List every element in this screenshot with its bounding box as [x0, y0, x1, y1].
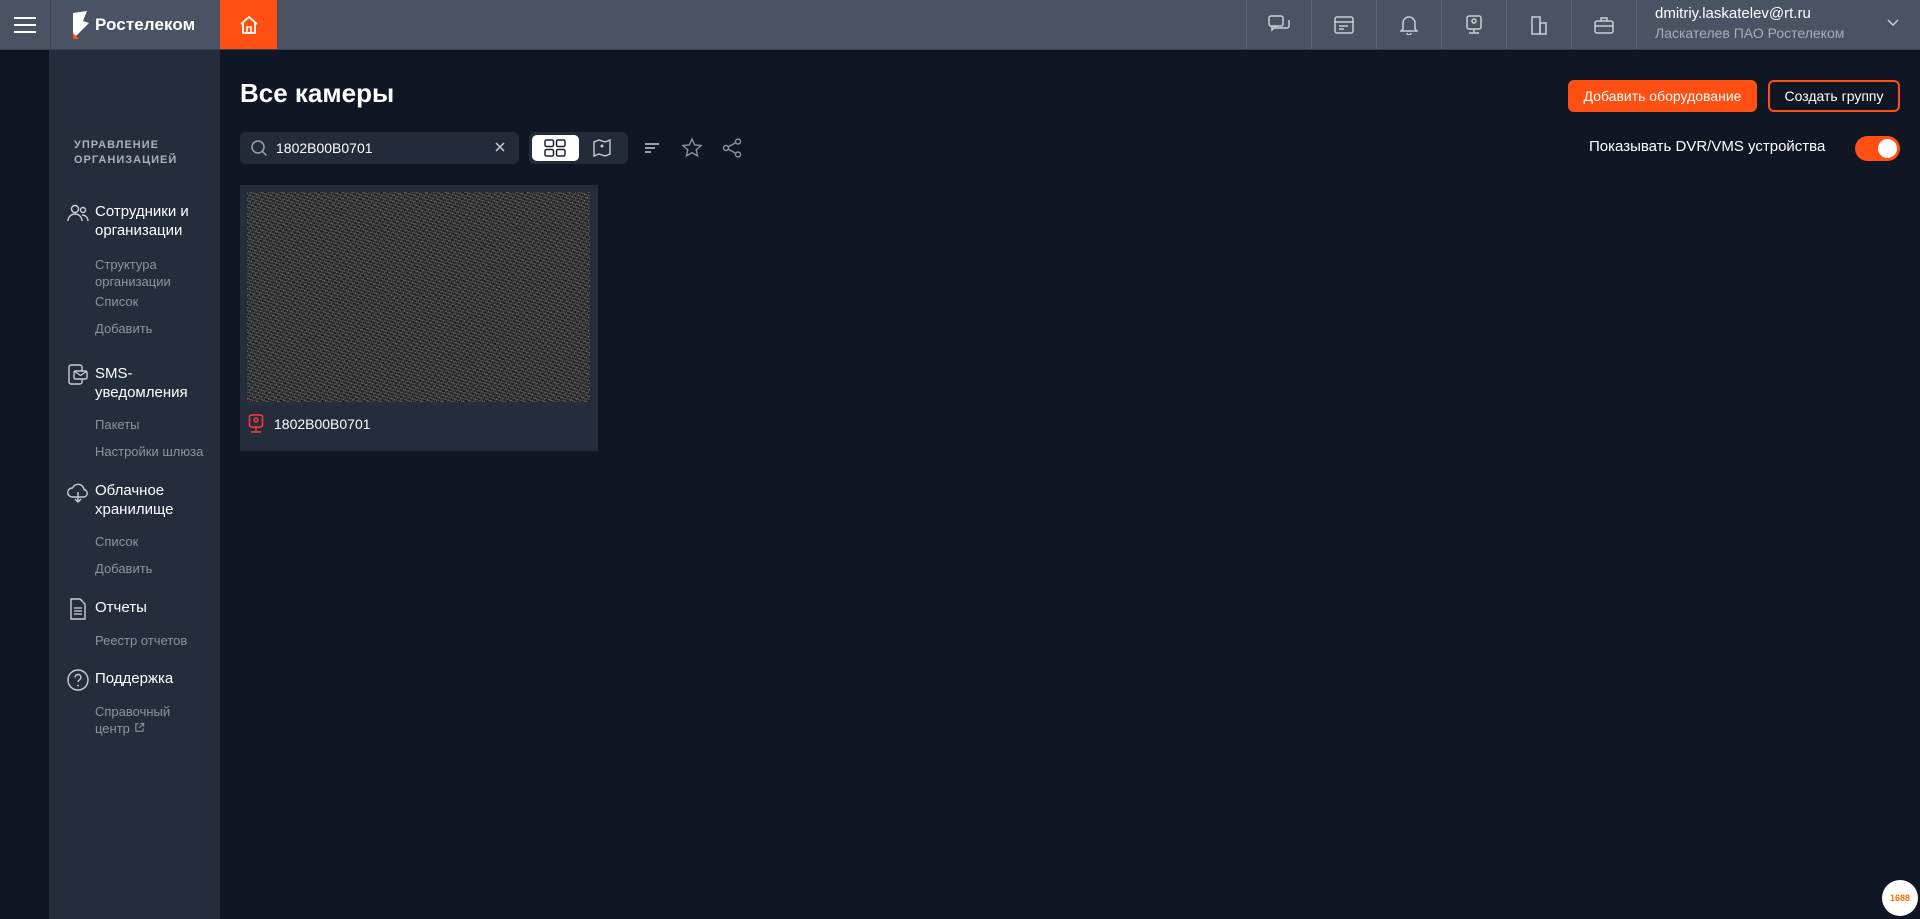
- brand-name: Ростелеком: [95, 14, 196, 34]
- page-title: Все камеры: [240, 78, 395, 108]
- camera-status-icon: [248, 414, 264, 433]
- sidebar-item-label: Сотрудники и организации: [95, 203, 189, 239]
- help-icon: [67, 669, 89, 691]
- sidebar-item-label: Облачное хранилище: [95, 482, 174, 518]
- add-equipment-button[interactable]: Добавить оборудование: [1568, 80, 1757, 112]
- brand-logo[interactable]: Ростелеком: [50, 0, 220, 49]
- left-rail: [0, 50, 49, 919]
- sidebar-item-label: Поддержка: [95, 670, 174, 687]
- sidebar-item-cloud[interactable]: Облачное хранилище: [66, 481, 205, 519]
- sidebar-sub-gateway[interactable]: Настройки шлюза: [95, 443, 215, 460]
- billing-icon[interactable]: [1311, 0, 1376, 49]
- sidebar-sub-add[interactable]: Добавить: [95, 560, 215, 577]
- star-icon[interactable]: [680, 136, 704, 160]
- sidebar-sub-reports-registry[interactable]: Реестр отчетов: [95, 632, 215, 649]
- toggle-knob: [1878, 139, 1897, 158]
- map-icon: [593, 138, 611, 158]
- show-dvr-toggle[interactable]: [1855, 136, 1900, 161]
- sort-icon[interactable]: [640, 136, 664, 160]
- sidebar-item-label: SMS-уведомления: [95, 365, 188, 401]
- sidebar-item-sms[interactable]: SMS-уведомления: [66, 364, 205, 402]
- sidebar-sub-list[interactable]: Список: [95, 533, 215, 550]
- sidebar-item-label: Отчеты: [95, 599, 147, 616]
- document-icon: [70, 598, 86, 620]
- logo-mark-icon: [73, 10, 89, 39]
- sidebar-sub-packages[interactable]: Пакеты: [95, 416, 215, 433]
- user-menu[interactable]: dmitriy.laskatelev@rt.ru Ласкателев ПАО …: [1655, 4, 1905, 43]
- external-link-icon: [134, 722, 144, 732]
- share-icon[interactable]: [720, 136, 744, 160]
- create-group-button[interactable]: Создать группу: [1768, 80, 1900, 112]
- briefcase-icon[interactable]: [1571, 0, 1637, 49]
- building-icon[interactable]: [1506, 0, 1571, 49]
- bell-icon[interactable]: [1376, 0, 1441, 49]
- sidebar-sub-add[interactable]: Добавить: [95, 320, 215, 337]
- top-bar: Ростелеком dmitriy.laskatelev@rt.ru Ласк…: [0, 0, 1920, 50]
- chat-icon[interactable]: [1246, 0, 1311, 49]
- sidebar: Управление организацией Сотрудники и орг…: [49, 50, 220, 919]
- home-icon: [239, 15, 258, 34]
- sidebar-sub-help-center[interactable]: Справочный центр: [95, 703, 177, 737]
- user-email: dmitriy.laskatelev@rt.ru: [1655, 5, 1811, 22]
- corner-badge[interactable]: 1688: [1882, 880, 1918, 916]
- menu-icon[interactable]: [0, 0, 49, 49]
- close-icon[interactable]: [493, 140, 507, 154]
- grid-view-button[interactable]: [532, 135, 579, 161]
- camera-name: 1802B00B0701: [274, 416, 371, 432]
- users-icon: [67, 204, 89, 222]
- view-toggle: [529, 132, 628, 164]
- camera-preview[interactable]: [247, 192, 590, 402]
- show-dvr-label: Показывать DVR/VMS устройства: [1589, 138, 1826, 155]
- search-icon: [251, 140, 268, 157]
- map-view-button[interactable]: [579, 135, 626, 161]
- camera-icon[interactable]: [1441, 0, 1506, 49]
- search-box: [240, 132, 519, 164]
- user-org: Ласкателев ПАО Ростелеком: [1655, 25, 1845, 41]
- camera-card[interactable]: 1802B00B0701: [240, 185, 598, 451]
- home-button[interactable]: [220, 0, 277, 49]
- search-input[interactable]: [274, 139, 478, 157]
- cloud-icon: [67, 483, 88, 503]
- sidebar-heading: Управление организацией: [74, 139, 178, 166]
- sms-icon: [68, 364, 88, 385]
- sidebar-item-reports[interactable]: Отчеты: [66, 598, 205, 621]
- sidebar-item-employees[interactable]: Сотрудники и организации: [66, 202, 205, 240]
- grid-icon: [544, 139, 566, 157]
- sidebar-sub-structure[interactable]: Структура организации: [95, 256, 215, 290]
- sidebar-sub-list[interactable]: Список: [95, 293, 215, 310]
- chevron-down-icon[interactable]: [1886, 18, 1900, 28]
- sidebar-item-support[interactable]: Поддержка: [66, 669, 205, 692]
- corner-badge-label: 1688: [1889, 893, 1911, 903]
